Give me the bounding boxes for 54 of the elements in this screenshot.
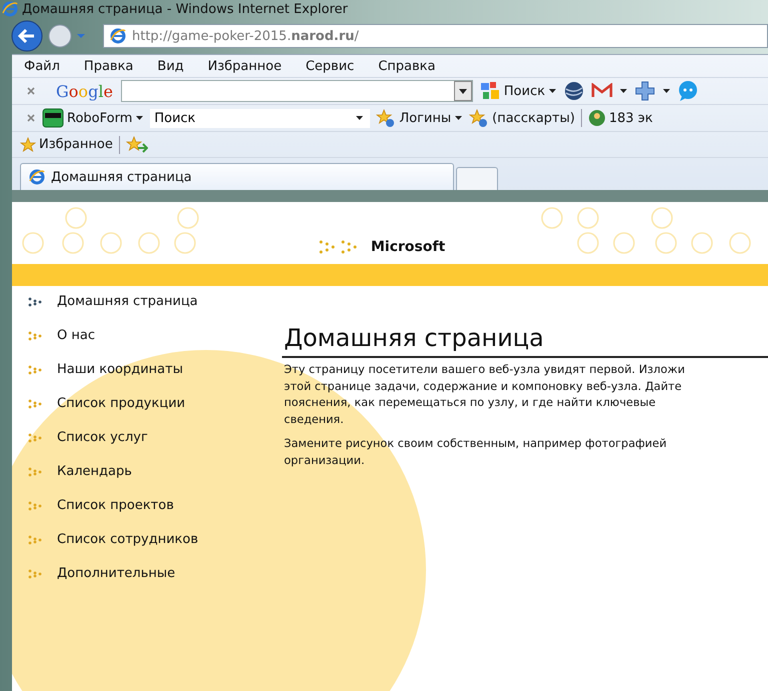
chat-icon[interactable] xyxy=(677,80,700,102)
new-tab-button[interactable] xyxy=(456,167,498,190)
window-title: Домашняя страница - Windows Internet Explorer xyxy=(22,2,348,16)
tab[interactable]: Домашняя страница xyxy=(20,163,454,190)
nav-link[interactable]: О нас xyxy=(57,328,95,343)
search-field[interactable]: Поиск xyxy=(150,108,370,128)
site-logo[interactable]: Microsoft xyxy=(370,239,446,255)
paragraph: Эту страницу посетители вашего веб-узла увидят первой. Изложи этой странице задачи, содержание и компоновку веб-узла. Дайте пояснения, как перемещаться по узлу, и где найти ключевые сведения. xyxy=(284,362,686,428)
caret-icon xyxy=(548,87,558,95)
menu-item[interactable]: Вид xyxy=(157,58,195,74)
nav-link[interactable]: Список услуг xyxy=(57,430,148,445)
logins-button[interactable]: Логины xyxy=(376,109,464,127)
close-icon[interactable] xyxy=(26,86,36,96)
nav-link[interactable]: Наши координаты xyxy=(57,362,183,377)
ie-page-icon xyxy=(110,28,126,44)
add-favorite-icon[interactable] xyxy=(126,136,148,154)
caret-icon xyxy=(355,114,364,122)
nav-link[interactable]: Список сотрудников xyxy=(57,532,198,547)
nav-link[interactable]: Дополнительные xyxy=(57,566,176,581)
ie-page-icon xyxy=(29,169,45,185)
menu-item[interactable]: Сервис xyxy=(306,58,366,74)
menu-item[interactable]: Правка xyxy=(84,58,144,74)
menu-item[interactable]: Справка xyxy=(378,58,446,74)
close-icon[interactable] xyxy=(26,113,36,123)
caret-icon xyxy=(454,114,464,122)
dropdown-button[interactable] xyxy=(454,81,472,101)
nav-link[interactable]: Список проектов xyxy=(57,498,174,513)
paragraph: Замените рисунок своим собственным, например фотографией организации. xyxy=(284,436,668,468)
search-field[interactable] xyxy=(120,80,473,102)
menu-item[interactable]: Файл xyxy=(24,58,71,74)
ie-logo-icon xyxy=(2,1,18,17)
mail-icon[interactable] xyxy=(591,83,614,99)
globe-icon[interactable] xyxy=(563,80,586,102)
passcards-button[interactable]: (пасскарты) xyxy=(469,109,575,127)
nav-link[interactable]: Список продукции xyxy=(57,396,186,411)
star-icon xyxy=(20,136,36,152)
address-field[interactable]: http://game-poker-2015.narod.ru/ xyxy=(103,24,768,48)
caret-icon xyxy=(619,87,628,95)
page-heading: Домашняя страница xyxy=(282,324,768,358)
nav-link[interactable]: Календарь xyxy=(57,464,132,479)
forward-button[interactable] xyxy=(47,23,73,49)
google-logo[interactable]: Google xyxy=(56,82,113,100)
caret-icon xyxy=(662,87,672,95)
url-text: http://game-poker-2015.narod.ru/ xyxy=(132,28,359,44)
search-button[interactable]: Поиск xyxy=(478,81,558,101)
back-button[interactable] xyxy=(10,19,44,53)
caret-icon xyxy=(135,114,144,122)
plus-icon[interactable] xyxy=(634,80,656,102)
menu-item[interactable]: Избранное xyxy=(208,58,293,74)
counter-button[interactable]: 183 эк xyxy=(588,109,653,127)
favorites-button[interactable]: Избранное xyxy=(20,136,113,152)
roboform-button[interactable]: RoboForm xyxy=(42,108,144,128)
search-field-text: Поиск xyxy=(154,110,196,126)
nav-link[interactable]: Домашняя страница xyxy=(57,294,198,309)
